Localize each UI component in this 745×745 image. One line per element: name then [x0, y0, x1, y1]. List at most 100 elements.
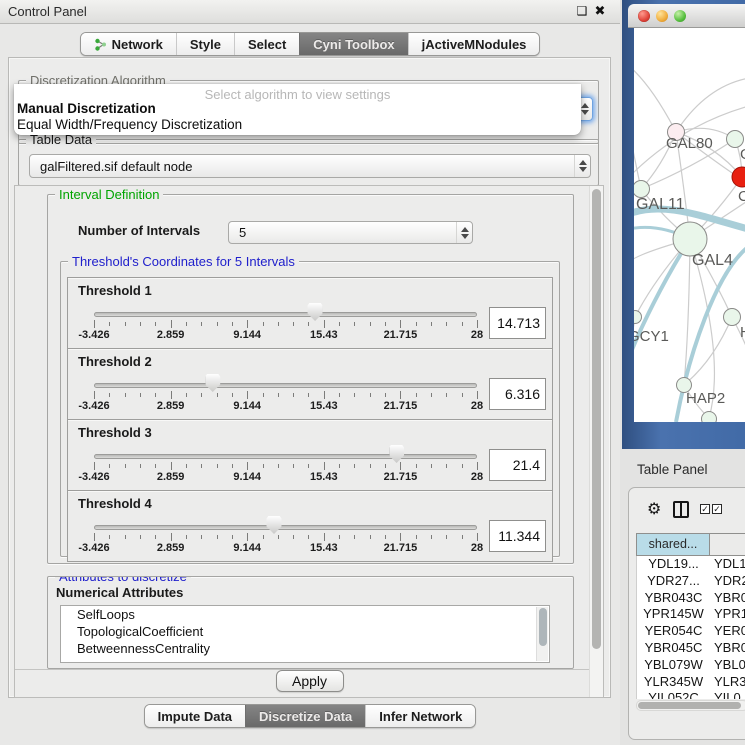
cell-shared-name[interactable]: YER054C: [637, 623, 710, 640]
table-row[interactable]: YLR345W YLR3: [637, 674, 745, 691]
threshold-label: Threshold 2: [78, 354, 152, 369]
table-row[interactable]: YBR043C YBR0: [637, 590, 745, 607]
slider-track[interactable]: [94, 383, 477, 388]
attribute-item[interactable]: SelfLoops: [61, 606, 549, 623]
slider-handle[interactable]: [389, 445, 404, 463]
tab-select[interactable]: Select: [234, 33, 299, 55]
column-header-name[interactable]: n: [710, 534, 745, 555]
threshold-value-field[interactable]: 11.344: [489, 520, 546, 552]
network-node-red[interactable]: [732, 167, 745, 188]
table-row[interactable]: YPR145W YPR1: [637, 606, 745, 623]
table-data-combo[interactable]: galFiltered.sif default node: [29, 154, 591, 178]
algorithm-option-manual[interactable]: Manual Discretization: [17, 101, 156, 116]
checkbox-icon[interactable]: ✓: [700, 504, 710, 514]
attributes-list-scrollbar[interactable]: [536, 607, 548, 661]
threshold-value-field[interactable]: 14.713: [489, 307, 546, 339]
threshold-panel: Threshold 2 -3.4262.8599.14415.4321.7152…: [67, 348, 553, 420]
slider-handle[interactable]: [205, 374, 220, 392]
threshold-value-field[interactable]: 6.316: [489, 378, 546, 410]
tick-label: -3.426: [78, 471, 109, 483]
network-view-window[interactable]: GAL80 G C GAL11 GAL4 GCY1 H HAP2: [622, 0, 745, 449]
number-of-intervals-combo[interactable]: 5: [228, 221, 473, 244]
slider-tick-labels: -3.4262.8599.14415.4321.71528: [94, 471, 477, 484]
tick-label: 28: [471, 471, 483, 483]
close-panel-button[interactable]: ✖: [592, 3, 608, 19]
tab-network[interactable]: Network: [81, 33, 176, 55]
cell-shared-name[interactable]: YLR345W: [637, 674, 710, 691]
cell-name[interactable]: YIL0: [710, 690, 745, 699]
close-traffic-light[interactable]: [638, 10, 650, 22]
tab-cyni-toolbox[interactable]: Cyni Toolbox: [299, 33, 407, 55]
cell-name[interactable]: YBL0: [710, 657, 745, 674]
tick-label: 2.859: [157, 542, 185, 554]
slider-track[interactable]: [94, 454, 477, 459]
cell-name[interactable]: YDR2: [710, 573, 745, 590]
attribute-item[interactable]: TopologicalCoefficient: [61, 623, 549, 640]
tick-label: 15.43: [310, 542, 338, 554]
checkbox-icon[interactable]: ✓: [712, 504, 722, 514]
node-label-c: C: [738, 188, 745, 205]
split-columns-icon[interactable]: [673, 501, 689, 518]
cell-name[interactable]: YDL1: [710, 556, 745, 573]
threshold-value-field[interactable]: 21.4: [489, 449, 546, 481]
tab-discretize-data[interactable]: Discretize Data: [245, 705, 365, 727]
node-label-gal11: GAL11: [636, 196, 685, 214]
slider-handle[interactable]: [308, 303, 323, 321]
cell-shared-name[interactable]: YPR145W: [637, 606, 710, 623]
gear-icon[interactable]: ⚙: [647, 499, 661, 519]
cell-shared-name[interactable]: YDR27...: [637, 573, 710, 590]
cell-name[interactable]: YER0: [710, 623, 745, 640]
cell-name[interactable]: YBR0: [710, 590, 745, 607]
zoom-traffic-light[interactable]: [674, 10, 686, 22]
settings-scroll-area: Interval Definition Number of Intervals …: [14, 185, 604, 698]
cell-name[interactable]: YPR1: [710, 606, 745, 623]
tick-label: 28: [471, 542, 483, 554]
table-row[interactable]: YER054C YER0: [637, 623, 745, 640]
minimize-traffic-light[interactable]: [656, 10, 668, 22]
slider-ticks: [94, 391, 477, 399]
table-toolbar: ⚙ ✓ ✓: [629, 488, 745, 530]
threshold-slider[interactable]: -3.4262.8599.14415.4321.71528: [94, 371, 477, 417]
algorithm-option-equal-width[interactable]: Equal Width/Frequency Discretization: [17, 117, 242, 132]
slider-track[interactable]: [94, 525, 477, 530]
cell-shared-name[interactable]: YBL079W: [637, 657, 710, 674]
slider-handle[interactable]: [267, 516, 282, 534]
node-table: shared... n YDL19... YDL1 YDR27...: [636, 533, 745, 699]
node-label-g: G: [740, 146, 745, 163]
thresholds-group-title: Threshold's Coordinates for 5 Intervals: [68, 254, 299, 269]
cell-shared-name[interactable]: YBR043C: [637, 590, 710, 607]
tab-jactivemnodules[interactable]: jActiveMNodules: [408, 33, 540, 55]
numerical-attributes-list[interactable]: SelfLoopsTopologicalCoefficientBetweenne…: [60, 605, 550, 663]
cell-name[interactable]: YLR3: [710, 674, 745, 691]
threshold-slider[interactable]: -3.4262.8599.14415.4321.71528: [94, 442, 477, 488]
table-row[interactable]: YIL052C YIL0: [637, 690, 745, 699]
control-panel: Control Panel ❑ ✖ Network Style Se: [0, 0, 620, 745]
slider-tick-labels: -3.4262.8599.14415.4321.71528: [94, 542, 477, 555]
float-window-button[interactable]: ❑: [574, 3, 590, 19]
table-row[interactable]: YBR045C YBR0: [637, 640, 745, 657]
tab-impute-data[interactable]: Impute Data: [145, 705, 245, 727]
cell-shared-name[interactable]: YDL19...: [637, 556, 710, 573]
cell-shared-name[interactable]: YIL052C: [637, 690, 710, 699]
combo-arrows-icon: [456, 222, 472, 243]
cell-name[interactable]: YBR0: [710, 640, 745, 657]
attribute-item[interactable]: BetweennessCentrality: [61, 640, 549, 657]
network-node-bottom[interactable]: [701, 411, 717, 422]
column-header-shared-name[interactable]: shared...: [637, 534, 710, 555]
tab-infer-network[interactable]: Infer Network: [365, 705, 475, 727]
table-row[interactable]: YDL19... YDL1: [637, 556, 745, 573]
slider-track[interactable]: [94, 312, 477, 317]
slider-ticks: [94, 320, 477, 328]
cell-shared-name[interactable]: YBR045C: [637, 640, 710, 657]
apply-button[interactable]: Apply: [276, 670, 344, 692]
attributes-group-title: Attributes to discretize: [55, 576, 191, 584]
table-row[interactable]: YDR27... YDR2: [637, 573, 745, 590]
main-vertical-scrollbar[interactable]: [589, 186, 603, 697]
threshold-slider[interactable]: -3.4262.8599.14415.4321.71528: [94, 513, 477, 559]
threshold-slider[interactable]: -3.4262.8599.14415.4321.71528: [94, 300, 477, 346]
network-node-right[interactable]: [723, 308, 741, 326]
table-row[interactable]: YBL079W YBL0: [637, 657, 745, 674]
table-horizontal-scrollbar[interactable]: [636, 700, 745, 711]
tab-style[interactable]: Style: [176, 33, 234, 55]
network-canvas[interactable]: GAL80 G C GAL11 GAL4 GCY1 H HAP2: [634, 28, 745, 422]
